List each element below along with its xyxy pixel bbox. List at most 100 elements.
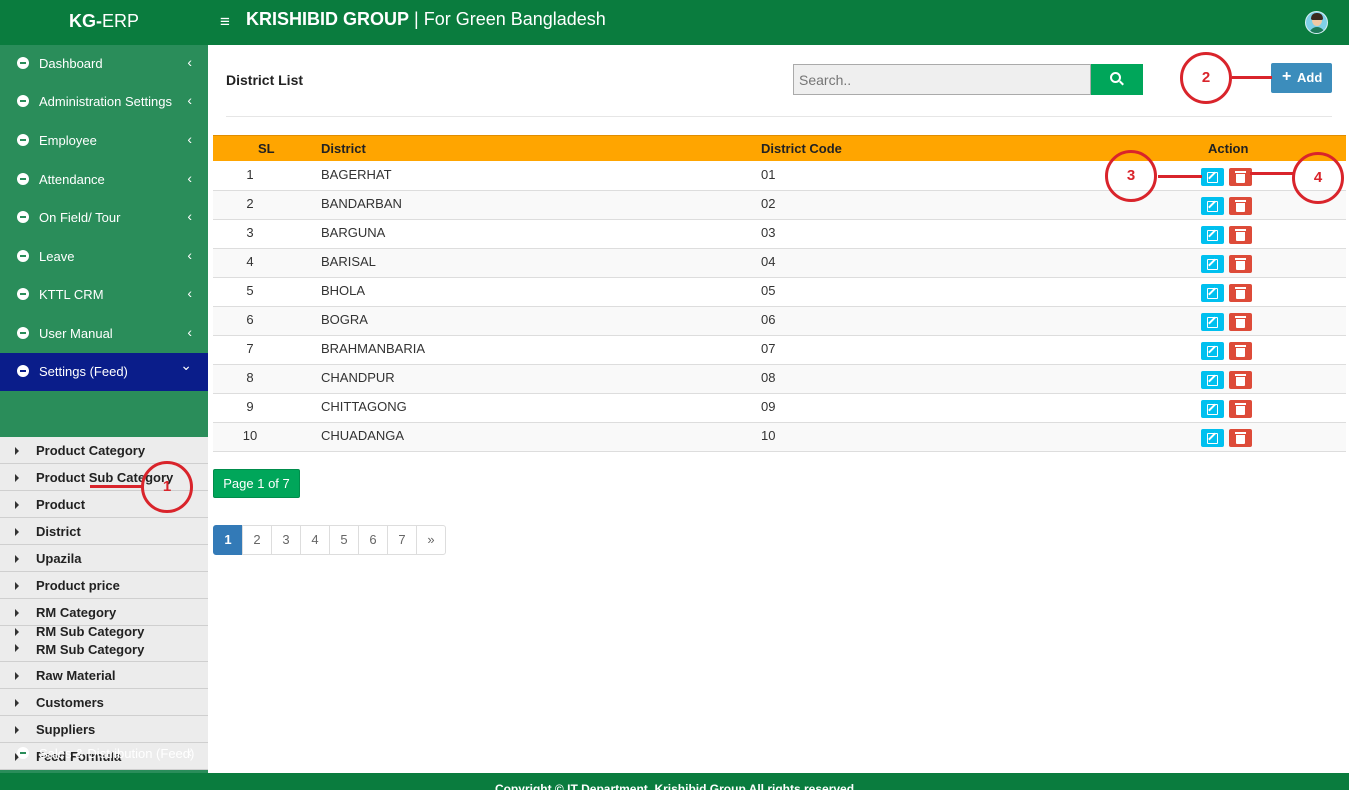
pagination-page[interactable]: 6 [358, 525, 388, 555]
table-row: 10 CHUADANGA 10 [213, 423, 1346, 452]
trash-icon[interactable] [1229, 284, 1252, 302]
pagination-page[interactable]: 1 [213, 525, 243, 555]
sidebar-item-label: On Field/ Tour [39, 210, 121, 225]
row-sl: 6 [246, 312, 254, 327]
sidebar-item[interactable]: User Manual ‹ [0, 315, 208, 353]
caret-right-icon [15, 628, 19, 636]
sidebar-item[interactable]: On Field/ Tour ‹ [0, 199, 208, 237]
search-button[interactable] [1091, 64, 1143, 95]
sidebar-item[interactable]: Attendance ‹ [0, 161, 208, 199]
row-sl: 7 [246, 341, 254, 356]
add-button[interactable]: + Add [1271, 63, 1332, 93]
minus-circle-icon [17, 327, 29, 339]
sidebar-item-label: Attendance [39, 172, 105, 187]
sidebar-item[interactable]: Employee ‹ [0, 122, 208, 160]
table-row: 2 BANDARBAN 02 [213, 191, 1346, 220]
sidebar-item[interactable]: Dashboard ‹ [0, 45, 208, 83]
app-logo[interactable]: KG-ERP [0, 0, 208, 45]
avatar-hair [1311, 13, 1323, 20]
row-sl: 1 [246, 167, 254, 182]
submenu-item[interactable]: RM Sub Category RM Sub Category [0, 624, 208, 662]
sidebar-item[interactable]: Settings (Feed) ⌄ [0, 353, 208, 391]
trash-icon[interactable] [1229, 226, 1252, 244]
callout-3: 3 [1105, 150, 1157, 202]
pagination-page[interactable]: 5 [329, 525, 359, 555]
submenu-item-label: Product [36, 497, 86, 512]
chevron-left-icon: ‹ [187, 324, 192, 340]
edit-icon[interactable] [1201, 313, 1224, 331]
table-row: 7 BRAHMANBARIA 07 [213, 336, 1346, 365]
row-sl: 3 [246, 225, 254, 240]
caret-right-icon [15, 644, 19, 652]
user-avatar[interactable] [1305, 11, 1328, 34]
divider [226, 116, 1332, 117]
table-header: SL District District Code Action [213, 135, 1346, 161]
submenu-item[interactable]: Raw Material [0, 662, 208, 689]
row-sl: 8 [246, 370, 254, 385]
trash-icon[interactable] [1229, 255, 1252, 273]
submenu-item[interactable]: RM Category [0, 599, 208, 626]
search-icon-handle [1119, 80, 1124, 86]
edit-icon[interactable] [1201, 226, 1224, 244]
trash-icon[interactable] [1229, 313, 1252, 331]
trash-icon[interactable] [1229, 429, 1252, 447]
edit-icon[interactable] [1201, 371, 1224, 389]
sidebar-item[interactable]: Administration Settings ‹ [0, 83, 208, 121]
pagination-page[interactable]: 3 [271, 525, 301, 555]
submenu-item[interactable]: District [0, 518, 208, 545]
trash-icon[interactable] [1229, 342, 1252, 360]
chevron-down-icon: ⌄ [180, 357, 192, 373]
submenu-item[interactable]: Product price [0, 572, 208, 599]
row-district-code: 09 [761, 399, 776, 414]
caret-right-icon [15, 672, 19, 680]
row-district: BAGERHAT [321, 167, 392, 182]
sidebar-item[interactable]: Leave ‹ [0, 238, 208, 276]
minus-circle-icon [17, 365, 29, 377]
caret-right-icon [15, 528, 19, 536]
sidebar-item-sales-distribution[interactable]: Sales & Distribution (Feed) ‹ [0, 735, 208, 773]
caret-right-icon [15, 474, 19, 482]
edit-icon[interactable] [1201, 342, 1224, 360]
submenu-item[interactable]: Customers [0, 689, 208, 716]
row-sl: 4 [246, 254, 254, 269]
trash-icon[interactable] [1229, 197, 1252, 215]
sidebar-item-label: Leave [39, 249, 75, 264]
table-row: 9 CHITTAGONG 09 [213, 394, 1346, 423]
page-info-badge: Page 1 of 7 [213, 469, 300, 498]
chevron-left-icon: ‹ [187, 54, 192, 70]
pagination-page[interactable]: 7 [387, 525, 417, 555]
submenu-item[interactable]: Product Category [0, 437, 208, 464]
row-district-code: 01 [761, 167, 776, 182]
pagination-page[interactable]: 2 [242, 525, 272, 555]
sidebar-item-label: KTTL CRM [39, 287, 104, 302]
sidebar-item-label: User Manual [39, 326, 113, 341]
trash-icon[interactable] [1229, 400, 1252, 418]
chevron-left-icon: ‹ [187, 744, 192, 760]
edit-icon[interactable] [1201, 400, 1224, 418]
edit-icon[interactable] [1201, 168, 1224, 186]
callout-2: 2 [1180, 52, 1232, 104]
minus-circle-icon [17, 747, 29, 759]
row-district: BARISAL [321, 254, 376, 269]
edit-icon[interactable] [1201, 255, 1224, 273]
pagination-next[interactable]: » [416, 525, 446, 555]
row-sl: 9 [246, 399, 254, 414]
trash-icon[interactable] [1229, 371, 1252, 389]
submenu-item[interactable]: Upazila [0, 545, 208, 572]
pagination-page[interactable]: 4 [300, 525, 330, 555]
sidebar-item[interactable]: KTTL CRM ‹ [0, 276, 208, 314]
logo-rest: ERP [101, 11, 139, 31]
search-input[interactable] [793, 64, 1091, 95]
callout-2-leader [1232, 76, 1272, 79]
table-row: 4 BARISAL 04 [213, 249, 1346, 278]
edit-icon[interactable] [1201, 429, 1224, 447]
edit-icon[interactable] [1201, 197, 1224, 215]
caret-right-icon [15, 555, 19, 563]
edit-icon[interactable] [1201, 284, 1224, 302]
row-sl: 5 [246, 283, 254, 298]
menu-toggle-icon[interactable]: ≡ [220, 12, 230, 32]
trash-icon[interactable] [1229, 168, 1252, 186]
row-district-code: 10 [761, 428, 776, 443]
caret-right-icon [15, 582, 19, 590]
submenu-item-label: RM Sub Category [36, 624, 145, 639]
